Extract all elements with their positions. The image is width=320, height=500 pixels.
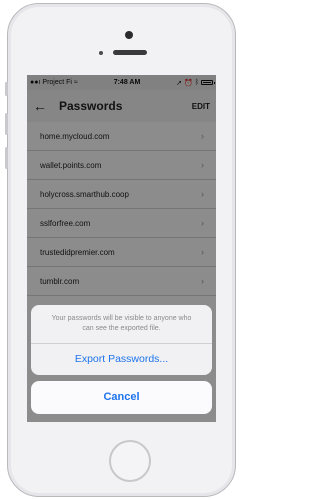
phone-screen: ●●ı Project Fi ≈ 7:48 AM ➚ ⏰ ᛒ ← Passwor… [27, 75, 216, 422]
action-sheet-message: Your passwords will be visible to anyone… [51, 315, 192, 332]
earpiece-speaker [113, 50, 147, 55]
proximity-sensor [99, 51, 103, 55]
front-camera [125, 31, 133, 39]
action-sheet: Your passwords will be visible to anyone… [31, 305, 212, 375]
export-passwords-button[interactable]: Export Passwords... [31, 344, 212, 375]
home-button[interactable] [109, 440, 151, 482]
mute-switch [5, 82, 8, 96]
volume-up-button [5, 113, 8, 135]
cancel-button[interactable]: Cancel [31, 381, 212, 414]
volume-down-button [5, 147, 8, 169]
